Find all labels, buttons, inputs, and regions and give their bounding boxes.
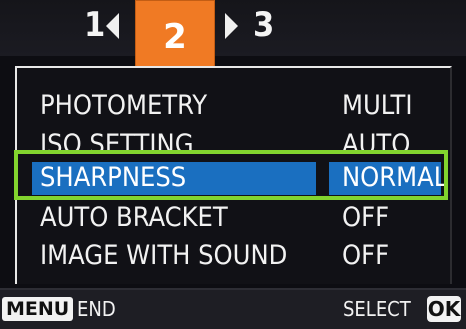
tab-bar: 1 2 3: [0, 0, 466, 67]
menu-end-label: END: [77, 297, 116, 321]
select-label: SELECT: [343, 297, 411, 321]
menu-item-label: PHOTOMETRY: [40, 90, 208, 121]
menu-item-image-with-sound[interactable]: IMAGE WITH SOUND OFF: [0, 236, 466, 276]
menu-item-value: OFF: [342, 240, 390, 271]
menu-item-auto-bracket[interactable]: AUTO BRACKET OFF: [0, 198, 466, 238]
tab-2-label: 2: [163, 17, 187, 57]
menu-item-label: AUTO BRACKET: [40, 202, 228, 233]
menu-item-label: IMAGE WITH SOUND: [40, 240, 288, 271]
footer-bar: MENU END SELECT OK: [0, 288, 466, 329]
ok-key-badge[interactable]: OK: [427, 296, 461, 322]
left-arrow-icon[interactable]: [106, 13, 119, 39]
menu-item-value: OFF: [342, 202, 390, 233]
menu-item-value: MULTI: [342, 90, 413, 121]
tab-1[interactable]: 1: [84, 8, 105, 42]
tab-2-active[interactable]: 2: [135, 0, 215, 67]
menu-item-photometry[interactable]: PHOTOMETRY MULTI: [0, 86, 466, 126]
tab-3[interactable]: 3: [253, 8, 274, 42]
camera-menu-screen: 1 2 3 PHOTOMETRY MULTI ISO SETTING AUTO …: [0, 0, 466, 329]
right-arrow-icon[interactable]: [225, 13, 238, 39]
menu-key-badge[interactable]: MENU: [2, 297, 74, 321]
selection-highlight-frame: [14, 150, 448, 200]
